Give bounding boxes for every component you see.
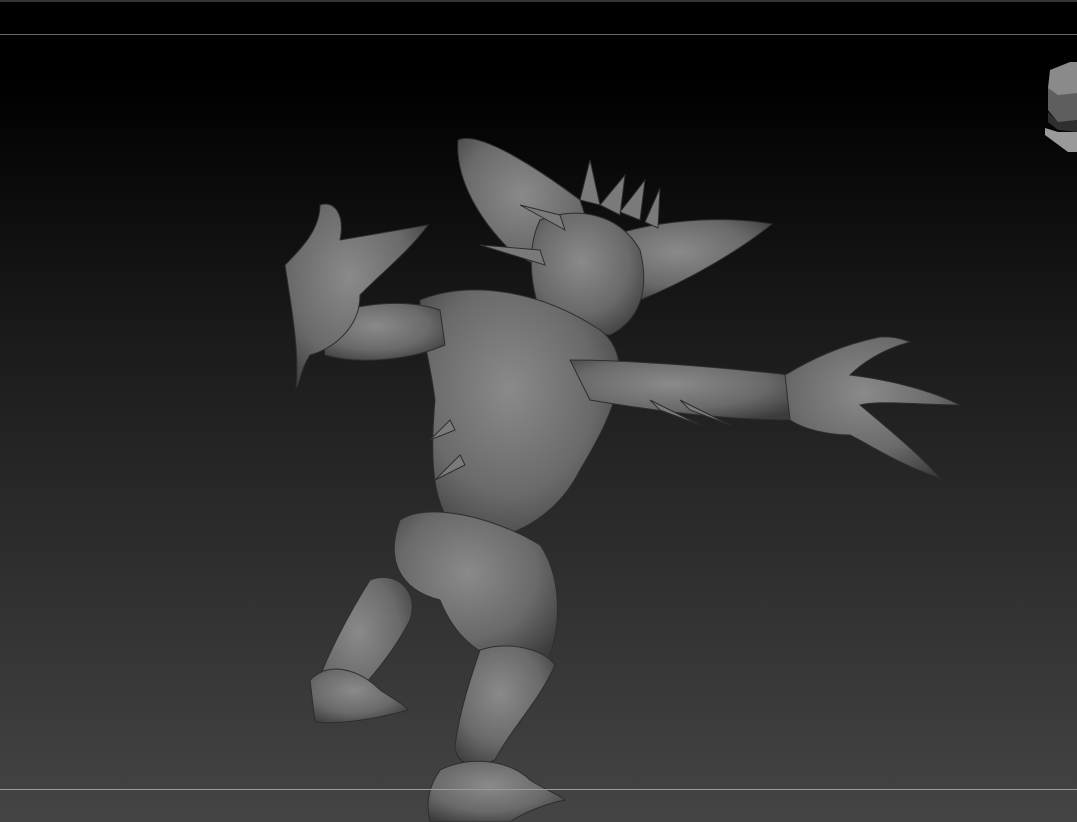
right-foot — [427, 760, 567, 822]
right-leg — [454, 645, 556, 766]
left-foot — [309, 668, 409, 724]
torso — [419, 289, 620, 541]
viewport-bottom-border — [0, 789, 1077, 790]
navigation-cube-icon[interactable] — [1040, 60, 1077, 155]
right-hand — [784, 336, 961, 480]
sculpt-model-creature[interactable] — [0, 0, 1077, 822]
hips — [393, 511, 558, 667]
